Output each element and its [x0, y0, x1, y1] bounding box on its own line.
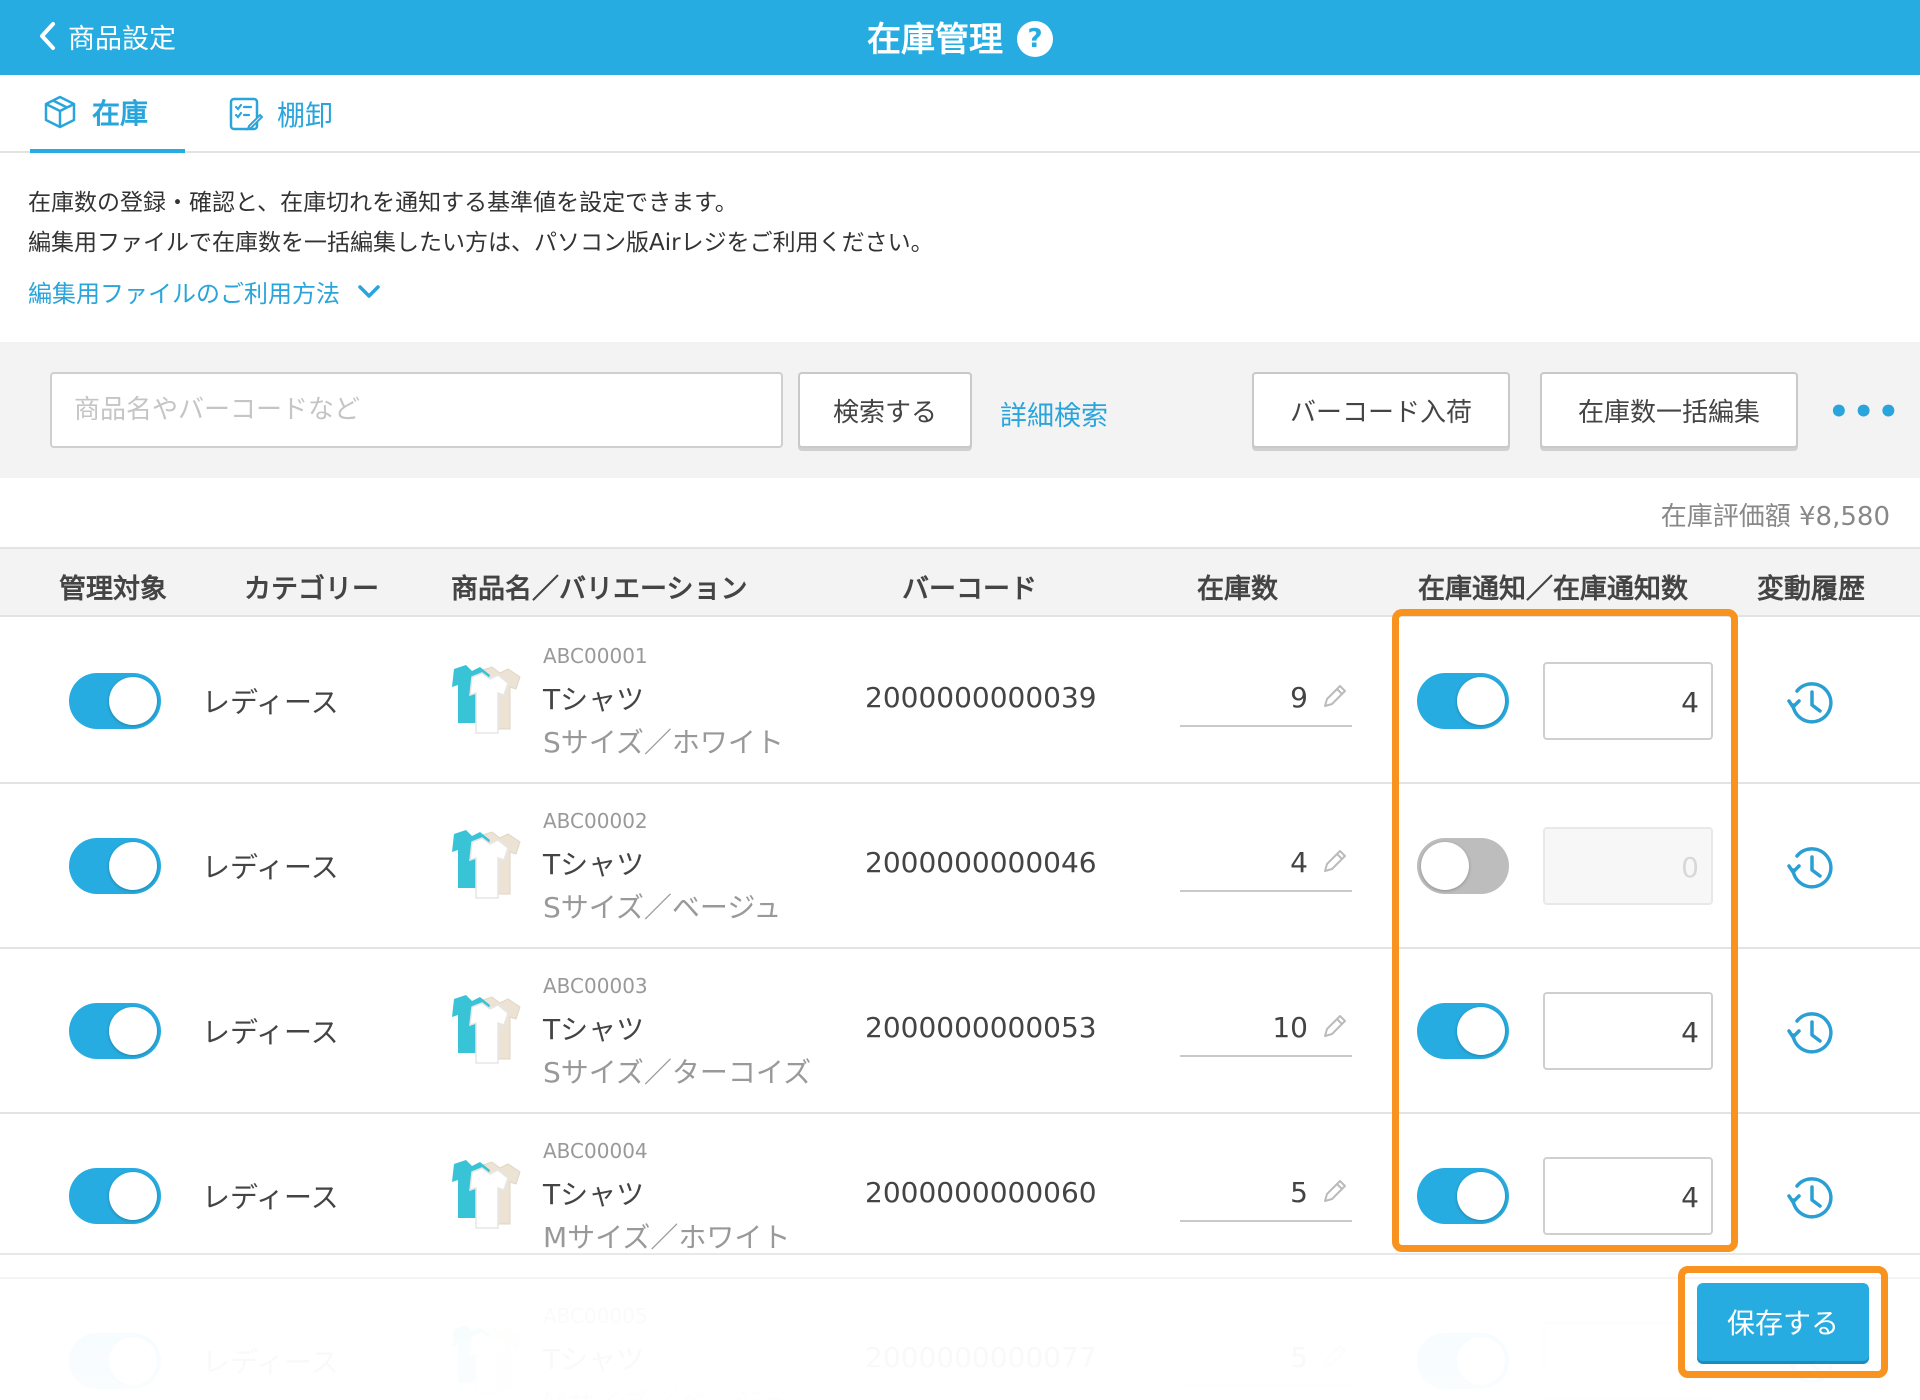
description-line-1: 在庫数の登録・確認と、在庫切れを通知する基準値を設定できます。 [28, 190, 738, 216]
product-thumbnail [450, 1154, 528, 1230]
history-button[interactable] [1783, 675, 1839, 735]
product-code: ABC00004 [543, 1139, 648, 1163]
stock-count-field[interactable]: 5 [1180, 1166, 1352, 1222]
product-thumbnail [450, 989, 528, 1065]
tshirt-thumbnail-icon [452, 1160, 521, 1229]
box-icon [44, 95, 76, 129]
barcode-cell: 2000000000053 [865, 1011, 1097, 1044]
category-cell: レディース [202, 851, 339, 884]
tshirt-thumbnail-icon [452, 665, 521, 734]
bottom-fade-overlay [0, 1253, 1920, 1400]
tab-stock[interactable]: 在庫 [30, 75, 185, 153]
stock-count-value: 10 [1272, 1011, 1308, 1044]
col-product: 商品名／バリエーション [451, 574, 748, 605]
stock-count-field[interactable]: 9 [1180, 671, 1352, 727]
tab-inventory-label: 棚卸 [277, 99, 334, 132]
col-barcode: バーコード [902, 574, 1037, 605]
save-button[interactable]: 保存する [1697, 1283, 1869, 1361]
pencil-icon [1324, 1180, 1346, 1202]
stock-count-value: 5 [1290, 1176, 1308, 1209]
description: 在庫数の登録・確認と、在庫切れを通知する基準値を設定できます。 編集用ファイルで… [28, 183, 934, 263]
help-icon[interactable]: ? [1017, 21, 1053, 57]
category-cell: レディース [202, 1181, 339, 1214]
inventory-valuation: 在庫評価額 ¥8,580 [1660, 502, 1890, 532]
history-icon [1787, 1177, 1833, 1219]
history-button[interactable] [1783, 1005, 1839, 1065]
app-header: 商品設定 在庫管理? [0, 0, 1920, 75]
product-name: Tシャツ [543, 1178, 645, 1211]
tab-stock-label: 在庫 [92, 97, 149, 130]
pencil-icon [1324, 850, 1346, 872]
notify-column-highlight [1392, 609, 1738, 1252]
detail-search-link[interactable]: 詳細検索 [1000, 394, 1108, 433]
stock-count-value: 4 [1290, 846, 1308, 879]
checklist-icon [229, 97, 263, 131]
history-icon [1787, 847, 1833, 889]
page-title: 在庫管理? [0, 12, 1920, 61]
tab-inventory[interactable]: 棚卸 [225, 75, 333, 153]
tab-bar: 在庫 棚卸 [0, 75, 1920, 153]
more-menu-icon[interactable]: ••• [1828, 392, 1902, 432]
product-name: Tシャツ [543, 683, 645, 716]
search-input[interactable] [50, 372, 783, 448]
col-category: カテゴリー [244, 574, 379, 605]
product-variation: Mサイズ／ホワイト [543, 1221, 791, 1254]
product-variation: Sサイズ／ターコイズ [543, 1056, 812, 1089]
product-code: ABC00003 [543, 974, 648, 998]
col-history: 変動履歴 [1757, 574, 1865, 605]
product-name: Tシャツ [543, 1013, 645, 1046]
col-managed: 管理対象 [59, 574, 167, 605]
tshirt-thumbnail-icon [452, 830, 521, 899]
search-button[interactable]: 検索する [798, 372, 972, 448]
history-icon [1787, 682, 1833, 724]
file-usage-help-label: 編集用ファイルのご利用方法 [28, 280, 340, 308]
toggle-knob [109, 1007, 157, 1055]
history-button[interactable] [1783, 840, 1839, 900]
chevron-down-icon [358, 284, 380, 298]
managed-toggle[interactable] [69, 1168, 161, 1224]
managed-toggle[interactable] [69, 673, 161, 729]
tshirt-thumbnail-icon [452, 995, 521, 1064]
pencil-icon [1324, 685, 1346, 707]
category-cell: レディース [202, 1016, 339, 1049]
stock-count-value: 9 [1290, 681, 1308, 714]
toggle-knob [109, 1172, 157, 1220]
managed-toggle[interactable] [69, 1003, 161, 1059]
history-button[interactable] [1783, 1170, 1839, 1230]
product-name: Tシャツ [543, 848, 645, 881]
description-line-2: 編集用ファイルで在庫数を一括編集したい方は、パソコン版Airレジをご利用ください… [28, 230, 934, 256]
product-variation: Sサイズ／ベージュ [543, 891, 782, 924]
stock-count-field[interactable]: 10 [1180, 1001, 1352, 1057]
managed-toggle[interactable] [69, 838, 161, 894]
toggle-knob [109, 677, 157, 725]
product-code: ABC00002 [543, 809, 648, 833]
barcode-receive-button[interactable]: バーコード入荷 [1252, 372, 1510, 448]
col-stock: 在庫数 [1197, 574, 1278, 605]
bulk-edit-button[interactable]: 在庫数一括編集 [1540, 372, 1798, 448]
product-code: ABC00001 [543, 644, 648, 668]
col-notify: 在庫通知／在庫通知数 [1418, 574, 1688, 605]
product-thumbnail [450, 824, 528, 900]
product-variation: Sサイズ／ホワイト [543, 726, 784, 759]
table-header: 管理対象 カテゴリー 商品名／バリエーション バーコード 在庫数 在庫通知／在庫… [0, 547, 1920, 617]
search-bar: 検索する 詳細検索 バーコード入荷 在庫数一括編集 ••• [0, 342, 1920, 478]
page-title-text: 在庫管理 [867, 20, 1003, 60]
barcode-cell: 2000000000046 [865, 846, 1097, 879]
barcode-cell: 2000000000060 [865, 1176, 1097, 1209]
barcode-cell: 2000000000039 [865, 681, 1097, 714]
stock-count-field[interactable]: 4 [1180, 836, 1352, 892]
pencil-icon [1324, 1015, 1346, 1037]
category-cell: レディース [202, 686, 339, 719]
product-thumbnail [450, 659, 528, 735]
history-icon [1787, 1012, 1833, 1054]
toggle-knob [109, 842, 157, 890]
file-usage-help-link[interactable]: 編集用ファイルのご利用方法 [28, 274, 380, 309]
